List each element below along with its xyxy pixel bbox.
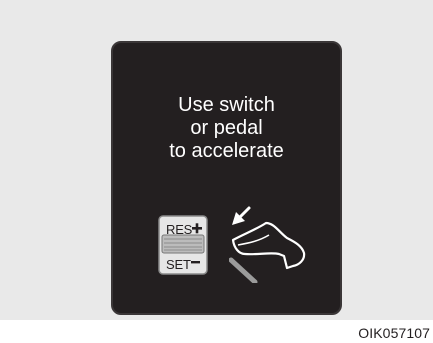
cluster-display: Use switch or pedal to accelerate RES SE… (111, 41, 342, 315)
message-line-2: or pedal (190, 117, 263, 139)
cruise-control-switch-icon: RES SET (158, 215, 218, 277)
accelerator-pedal-icon (228, 198, 319, 285)
figure-code: OIK057107 (358, 325, 430, 341)
pedal-drawing (228, 206, 306, 285)
res-label: RES (166, 222, 193, 237)
message-line-1: Use switch (178, 94, 275, 116)
message-line-3: to accelerate (169, 140, 284, 162)
illustration-background: Use switch or pedal to accelerate RES SE… (0, 0, 433, 320)
set-label: SET (166, 257, 191, 272)
accelerate-message: Use switch or pedal to accelerate (113, 94, 340, 163)
